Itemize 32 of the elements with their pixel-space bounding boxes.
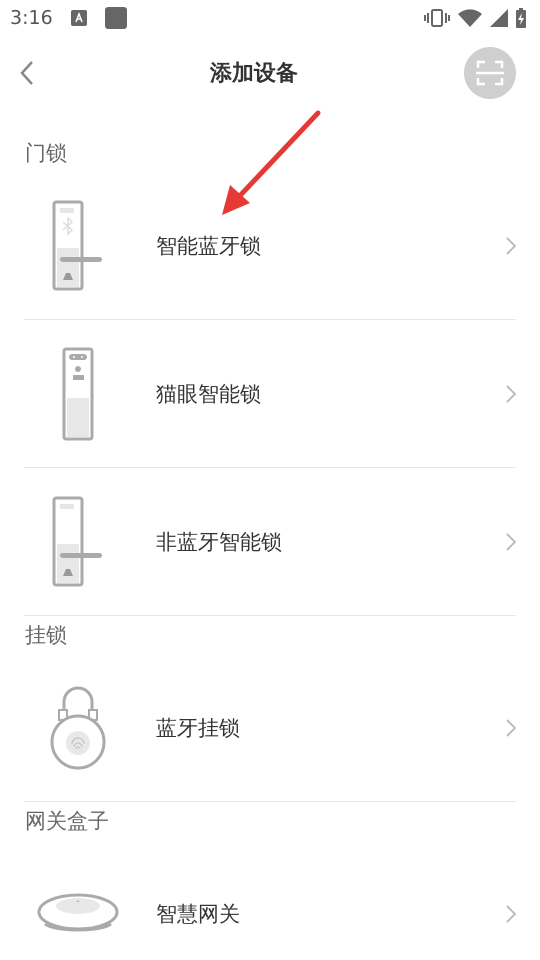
device-name: 非蓝牙智能锁 — [156, 528, 283, 556]
vibrate-icon — [424, 8, 450, 28]
device-row[interactable]: 非蓝牙智能锁 — [24, 468, 516, 616]
device-row[interactable]: 猫眼智能锁 — [24, 320, 516, 468]
wifi-icon — [458, 9, 482, 27]
section-title: 挂锁 — [25, 622, 67, 649]
device-row[interactable]: 智能蓝牙锁 — [24, 172, 516, 320]
battery-icon — [516, 8, 526, 28]
door-lock-icon — [62, 346, 94, 440]
chevron-icon — [506, 904, 516, 922]
chevron-icon — [506, 236, 516, 254]
page-title: 添加设备 — [210, 60, 298, 88]
section-title: 门锁 — [25, 140, 67, 167]
device-row[interactable]: 智慧网关 — [24, 840, 516, 960]
app-icon — [104, 7, 127, 29]
scan-icon — [476, 60, 504, 86]
chevron-icon — [506, 718, 516, 736]
door-lock-icon — [52, 496, 104, 588]
device-name: 猫眼智能锁 — [156, 380, 262, 408]
chevron-icon — [506, 384, 516, 402]
chevron-icon — [506, 532, 516, 550]
device-name: 智能蓝牙锁 — [156, 232, 262, 260]
status-time: 3:16 — [10, 7, 53, 29]
keyboard-icon — [70, 10, 87, 26]
device-row[interactable]: 蓝牙挂锁 — [24, 654, 516, 802]
signal-icon — [490, 9, 508, 27]
door-lock-icon — [52, 200, 104, 292]
padlock-icon — [50, 686, 106, 770]
section-title: 网关盒子 — [25, 808, 109, 835]
device-name: 蓝牙挂锁 — [156, 714, 241, 742]
device-name: 智慧网关 — [156, 900, 241, 928]
back-icon — [20, 60, 34, 86]
